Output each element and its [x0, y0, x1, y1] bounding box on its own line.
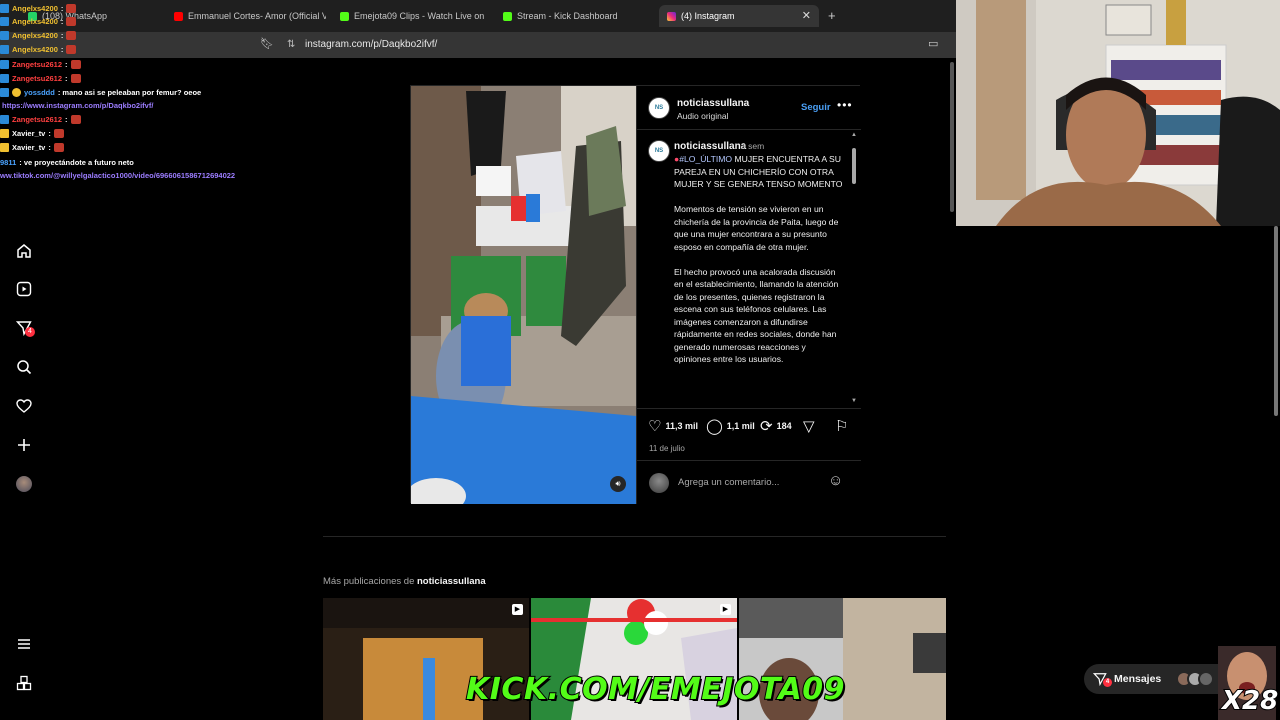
bookmark-save-icon: ⚐ [835, 418, 849, 435]
chat-message: Xavier_tv: [0, 143, 64, 152]
profile-icon[interactable] [14, 474, 34, 494]
messages-pill[interactable]: 4 Mensajes [1084, 664, 1234, 694]
chat-message: Angelxs4200: [0, 31, 77, 40]
repost-button[interactable]: ⟳ 184 [760, 417, 792, 435]
caption-avatar[interactable]: NS [648, 140, 670, 162]
create-icon[interactable] [14, 435, 34, 455]
repost-icon: ⟳ [760, 418, 773, 435]
notifications-icon[interactable] [14, 396, 34, 416]
comment-count: 1,1 mil [726, 421, 755, 431]
post-sidebar: NS noticiassullana Audio original Seguir… [636, 86, 861, 504]
more-post-thumb[interactable] [843, 598, 946, 720]
messages-avatars [1176, 671, 1214, 687]
stream-url-banner: KICK.COM/EMEJOTA09 [465, 671, 846, 708]
tab-kick-clips[interactable]: Emejota09 Clips - Watch Live on [332, 5, 492, 27]
emote-icon [70, 115, 81, 124]
caption-area: NS noticiassullana 3 sem ●#LO_ÚLTIMO MUJ… [637, 132, 861, 406]
emote-multiplier: X28 [1221, 685, 1279, 717]
post-video[interactable]: 🔊︎ [411, 86, 636, 504]
emote-icon [66, 45, 77, 54]
search-icon[interactable] [14, 357, 34, 377]
hashtag-link[interactable]: #LO_ÚLTIMO [679, 154, 732, 164]
kick-icon [340, 11, 349, 21]
emote-icon [66, 4, 77, 13]
chat-message: Angelxs4200: [0, 17, 77, 26]
caption-time: 3 sem [741, 141, 765, 151]
follow-button[interactable]: Seguir [801, 102, 831, 113]
post-card: 🔊︎ NS noticiassullana Audio original Seg… [410, 85, 861, 504]
emote-icon [53, 143, 64, 152]
comment-icon: ◯ [706, 418, 723, 435]
chat-message: Zangetsu2612: [0, 60, 81, 69]
emote-icon [70, 60, 81, 69]
section-divider [323, 536, 946, 537]
emote-icon [66, 31, 77, 40]
post-actions: ♡ 11,3 mil ◯ 1,1 mil ⟳ 184 ▽ ⚐ 11 de jul… [637, 408, 861, 458]
url-input[interactable]: instagram.com/p/Daqkbo2ifvf/ [305, 39, 437, 50]
heart-icon: ♡ [648, 418, 662, 435]
messages-pill-badge: 4 [1103, 678, 1112, 687]
viewer-avatar [649, 473, 669, 493]
comment-bar: Agrega un comentario... ☺ [637, 460, 861, 504]
comment-input[interactable]: Agrega un comentario... [678, 477, 779, 488]
instagram-icon [667, 11, 676, 21]
home-icon[interactable] [14, 241, 34, 261]
like-count: 11,3 mil [665, 421, 698, 431]
more-menu-icon[interactable] [14, 634, 34, 654]
messages-icon[interactable]: 4 [14, 318, 35, 338]
more-options-icon[interactable]: ••• [837, 98, 853, 112]
profile-avatar [16, 476, 32, 492]
chat-message: yossddd: mano asi se peleaban por femur?… [0, 88, 201, 97]
video-frame [411, 86, 636, 504]
caption-paragraph: El hecho provocó una acalorada discusión… [674, 266, 839, 365]
messages-badge: 4 [25, 327, 35, 337]
reels-icon[interactable] [14, 279, 34, 299]
share-icon: ▽ [803, 418, 815, 435]
chat-message: Angelxs4200: [0, 4, 77, 13]
audio-label[interactable]: Audio original [677, 111, 729, 121]
caption-paragraph: Momentos de tensión se vivieron en un ch… [674, 204, 839, 252]
emote-icon [66, 17, 77, 26]
author-avatar[interactable]: NS [648, 97, 670, 119]
chat-message: Xavier_tv: [0, 129, 64, 138]
emoji-icon[interactable]: ☺ [828, 472, 843, 489]
tab-instagram[interactable]: (4) Instagram ✕ [659, 5, 819, 27]
chat-message: Zangetsu2612: [0, 115, 81, 124]
chat-link[interactable]: ww.tiktok.com/@willyelgalactico1000/vide… [0, 171, 235, 180]
chat-message: Angelxs4200: [0, 45, 77, 54]
more-posts-title: Más publicaciones de noticiassullana [323, 576, 486, 587]
new-tab-icon[interactable]: + [828, 8, 836, 23]
like-button[interactable]: ♡ 11,3 mil [648, 417, 698, 435]
post-header: NS noticiassullana Audio original Seguir… [637, 86, 861, 130]
webcam-overlay [956, 0, 1280, 226]
caption-username[interactable]: noticiassullana [674, 141, 746, 152]
chat-message: Zangetsu2612: [0, 74, 81, 83]
reel-icon: ▶ [720, 604, 731, 615]
threads-icon[interactable] [14, 673, 34, 693]
post-date: 11 de julio [649, 444, 685, 453]
reel-icon: ▶ [512, 604, 523, 615]
emote-icon [70, 74, 81, 83]
author-username[interactable]: noticiassullana [677, 98, 749, 109]
page-scrollbar[interactable] [948, 58, 956, 458]
comment-button[interactable]: ◯ 1,1 mil [706, 417, 755, 435]
more-posts-username[interactable]: noticiassullana [417, 576, 486, 587]
chat-link[interactable]: https://www.instagram.com/p/Daqkbo2ifvf/ [2, 101, 153, 110]
right-scrollbar[interactable] [1272, 226, 1280, 426]
caption-text: ●#LO_ÚLTIMO MUJER ENCUENTRA A SU PAREJA … [674, 154, 843, 365]
chat-message: 9811: ve proyectándote a futuro neto [0, 158, 134, 167]
screen: (108) WhatsApp Emmanuel Cortes- Amor (Of… [0, 0, 1280, 720]
repost-count: 184 [776, 421, 792, 431]
tab-kick-dashboard[interactable]: Stream - Kick Dashboard [495, 5, 655, 27]
stream-chat-overlay: Angelxs4200: Angelxs4200: Angelxs4200: A… [0, 0, 300, 182]
save-button[interactable]: ⚐ [835, 417, 848, 435]
cast-icon[interactable]: ▭ [928, 37, 938, 50]
close-tab-icon[interactable]: ✕ [802, 9, 811, 22]
messages-pill-label: Mensajes [1114, 673, 1162, 685]
emote-icon [53, 129, 64, 138]
caption-scrollbar[interactable]: ▲ ▼ [851, 132, 857, 406]
kick-icon [503, 11, 512, 21]
share-button[interactable]: ▽ [803, 417, 815, 435]
mute-icon[interactable]: 🔊︎ [610, 476, 626, 492]
